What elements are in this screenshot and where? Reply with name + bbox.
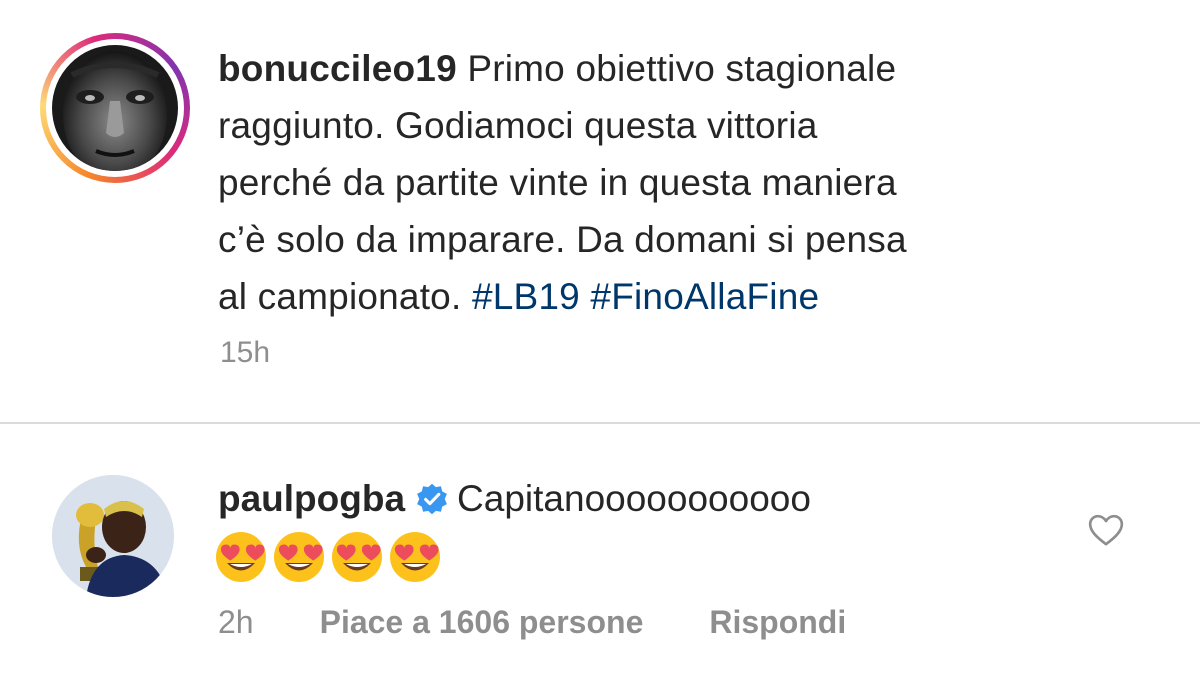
heart-eyes-emoji-icon	[332, 532, 382, 582]
comment-timestamp: 2h	[218, 604, 254, 640]
comment-message: Capitanooooooooooo	[457, 478, 811, 519]
verified-badge-icon	[415, 475, 449, 532]
caption-text-line-5: al campionato.	[218, 276, 462, 317]
hashtag-link[interactable]: #FinoAllaFine	[590, 276, 819, 317]
caption-text-line-4: c’è solo da imparare. Da domani si pensa	[218, 219, 907, 260]
post-caption: bonuccileo19 Primo obiettivo stagionale …	[0, 0, 1200, 420]
avatar-photo-image	[52, 475, 174, 597]
heart-eyes-emoji-icon	[390, 532, 440, 582]
story-ring[interactable]	[40, 33, 190, 183]
heart-eyes-emoji-icon	[274, 532, 324, 582]
avatar-bonuccileo19[interactable]	[52, 45, 178, 171]
comment-text: paulpogba Capitanooooooooooo	[218, 470, 811, 532]
comment-username[interactable]: paulpogba	[218, 478, 405, 519]
caption-text-line-1: Primo obiettivo stagionale	[467, 48, 897, 89]
caption-line-1: bonuccileo19 Primo obiettivo stagionale	[218, 40, 1118, 97]
post-username[interactable]: bonuccileo19	[218, 48, 457, 89]
heart-like-icon[interactable]	[1086, 510, 1126, 550]
caption-line-5: al campionato. #LB19 #FinoAllaFine	[218, 268, 1118, 325]
post-timestamp: 15h	[220, 336, 271, 369]
avatar-paulpogba[interactable]	[52, 475, 174, 597]
emoji-row	[214, 530, 442, 584]
caption-text-line-2: raggiunto. Godiamoci questa vittoria	[218, 105, 818, 146]
avatar-portrait-image	[52, 45, 178, 171]
caption-text: bonuccileo19 Primo obiettivo stagionale …	[218, 40, 1118, 325]
reply-button[interactable]: Rispondi	[709, 604, 846, 641]
likes-count-link[interactable]: Piace a 1606 persone	[320, 604, 644, 641]
divider	[0, 422, 1200, 424]
heart-eyes-emoji-icon	[216, 532, 266, 582]
caption-text-line-3: perché da partite vinte in questa manier…	[218, 162, 897, 203]
hashtag-link[interactable]: #LB19	[472, 276, 580, 317]
comment-meta: 2h Piace a 1606 persone Rispondi	[218, 604, 846, 641]
